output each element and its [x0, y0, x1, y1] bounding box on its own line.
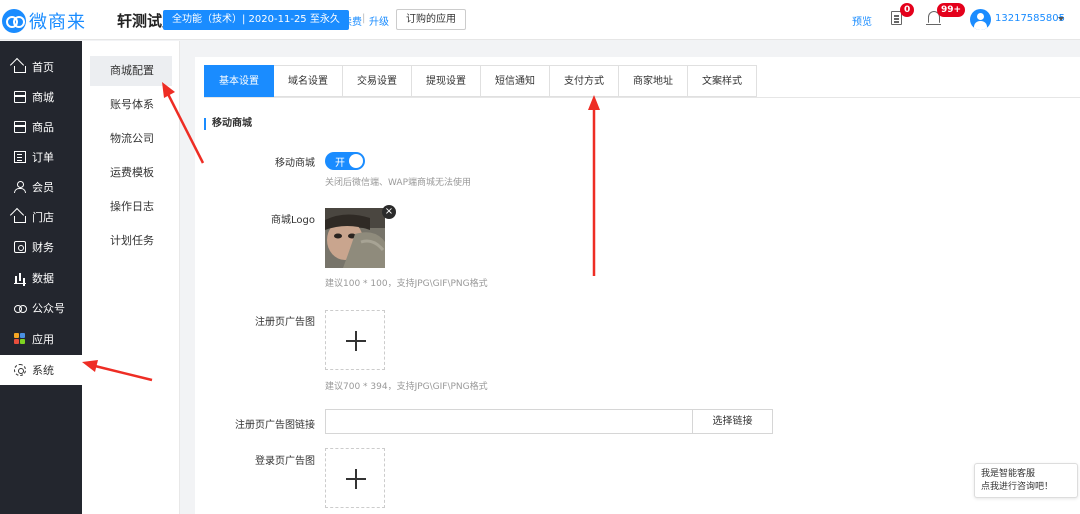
subscribed-apps-button[interactable]: 订购的应用 — [396, 9, 466, 30]
toggle-state-text: 开 — [335, 158, 345, 169]
nav-item-label: 门店 — [32, 211, 54, 224]
settings-tabs: 基本设置 域名设置 交易设置 提现设置 短信通知 支付方式 商家地址 文案样式 — [204, 65, 757, 97]
main-sidebar: 首页 商城 商品 订单 会员 门店 财务 数据 公众号 应用 系统 — [0, 41, 82, 514]
nav-item-store[interactable]: 门店 — [0, 202, 82, 232]
store-icon — [14, 215, 26, 223]
home-icon — [14, 65, 26, 73]
nav-item-label: 会员 — [32, 181, 54, 194]
nav-item-home[interactable]: 首页 — [0, 52, 82, 82]
nav-item-official-account[interactable]: 公众号 — [0, 293, 82, 323]
tab-merchant-address[interactable]: 商家地址 — [619, 65, 688, 97]
subnav-item-account-system[interactable]: 账号体系 — [90, 90, 172, 120]
register-ad-hint: 建议700 * 394，支持JPG\GIF\PNG格式 — [325, 382, 488, 392]
nav-item-system[interactable]: 系统 — [0, 355, 82, 385]
upgrade-link[interactable]: 升级 — [369, 13, 389, 28]
top-header: 微商来 轩测试账号 全功能（技术）| 2020-11-25 至永久 续费 | 升… — [0, 0, 1080, 40]
nav-item-label: 订单 — [32, 151, 54, 164]
logo-mark-icon — [2, 9, 26, 33]
member-icon — [14, 181, 26, 193]
logo-hint: 建议100 * 100，支持JPG\GIF\PNG格式 — [325, 279, 488, 289]
notification-count-badge: 99+ — [937, 3, 966, 17]
logo-text: 微商来 — [29, 12, 86, 33]
nav-item-label: 应用 — [32, 333, 54, 346]
nav-item-member[interactable]: 会员 — [0, 172, 82, 202]
mobile-mall-toggle[interactable]: 开 — [325, 152, 365, 170]
tab-payment[interactable]: 支付方式 — [550, 65, 619, 97]
logo-photo — [325, 208, 385, 268]
nav-item-shop[interactable]: 商城 — [0, 82, 82, 112]
official-account-icon — [14, 302, 27, 314]
nav-item-label: 系统 — [32, 364, 54, 377]
tabs-divider — [204, 97, 1080, 98]
register-ad-label: 注册页广告图 — [255, 317, 315, 328]
apps-icon — [14, 333, 26, 345]
logo-remove-button[interactable]: × — [382, 205, 396, 219]
tab-domain[interactable]: 域名设置 — [274, 65, 343, 97]
nav-item-label: 商城 — [32, 91, 54, 104]
chat-line-2: 点我进行咨询吧！ — [981, 482, 1054, 492]
logo-label: 商城Logo — [271, 215, 315, 226]
nav-item-label: 数据 — [32, 272, 54, 285]
preview-link[interactable]: 预览 — [852, 13, 872, 28]
main-content: 基本设置 域名设置 交易设置 提现设置 短信通知 支付方式 商家地址 文案样式 … — [181, 41, 1080, 514]
brand-logo[interactable]: 微商来 — [2, 8, 86, 34]
register-ad-link-label: 注册页广告图链接 — [235, 420, 315, 431]
link-separator: | — [362, 13, 366, 24]
nav-item-goods[interactable]: 商品 — [0, 112, 82, 142]
tab-basic[interactable]: 基本设置 — [204, 65, 274, 97]
shop-icon — [14, 91, 26, 103]
mobile-mall-label: 移动商城 — [275, 158, 315, 169]
toggle-knob — [349, 154, 363, 168]
nav-item-label: 商品 — [32, 121, 54, 134]
subnav-item-logistics[interactable]: 物流公司 — [90, 124, 172, 154]
smart-support-bubble[interactable]: 我是智能客服 点我进行咨询吧！ — [974, 463, 1078, 498]
nav-item-label: 公众号 — [32, 302, 65, 315]
chat-line-1: 我是智能客服 — [981, 469, 1036, 479]
select-link-button[interactable]: 选择链接 — [692, 409, 773, 434]
finance-icon — [14, 241, 26, 253]
document-count-badge: 0 — [900, 3, 915, 17]
subnav-item-scheduled-tasks[interactable]: 计划任务 — [90, 226, 172, 256]
plan-badge: 全功能（技术）| 2020-11-25 至永久 — [163, 10, 349, 30]
settings-panel: 基本设置 域名设置 交易设置 提现设置 短信通知 支付方式 商家地址 文案样式 … — [195, 57, 1080, 514]
nav-item-order[interactable]: 订单 — [0, 142, 82, 172]
user-avatar[interactable] — [970, 9, 991, 30]
register-ad-upload[interactable] — [325, 310, 385, 370]
tab-trade[interactable]: 交易设置 — [343, 65, 412, 97]
settings-subnav: 商城配置 账号体系 物流公司 运费模板 操作日志 计划任务 — [82, 41, 180, 514]
mall-logo-image[interactable] — [325, 208, 385, 268]
goods-icon — [14, 121, 26, 133]
gear-icon — [14, 364, 26, 376]
mobile-mall-hint: 关闭后微信端、WAP端商城无法使用 — [325, 178, 471, 188]
nav-item-finance[interactable]: 财务 — [0, 232, 82, 262]
subnav-item-operation-log[interactable]: 操作日志 — [90, 192, 172, 222]
subnav-item-shipping-template[interactable]: 运费模板 — [90, 158, 172, 188]
chevron-down-icon[interactable] — [1058, 17, 1064, 21]
section-title: 移动商城 — [204, 118, 252, 130]
nav-item-apps[interactable]: 应用 — [0, 324, 82, 354]
user-phone[interactable]: 13217585805 — [995, 13, 1065, 24]
tab-withdraw[interactable]: 提现设置 — [412, 65, 481, 97]
renew-link[interactable]: 续费 — [342, 13, 362, 28]
nav-item-data[interactable]: 数据 — [0, 263, 82, 293]
subnav-item-mall-config[interactable]: 商城配置 — [90, 56, 172, 86]
login-ad-upload[interactable] — [325, 448, 385, 508]
data-icon — [14, 272, 26, 284]
register-ad-link-input[interactable] — [325, 409, 693, 434]
order-icon — [14, 151, 26, 163]
login-ad-label: 登录页广告图 — [255, 456, 315, 467]
nav-item-label: 首页 — [32, 61, 54, 74]
tab-sms[interactable]: 短信通知 — [481, 65, 550, 97]
tab-copy-style[interactable]: 文案样式 — [688, 65, 757, 97]
nav-item-label: 财务 — [32, 241, 54, 254]
